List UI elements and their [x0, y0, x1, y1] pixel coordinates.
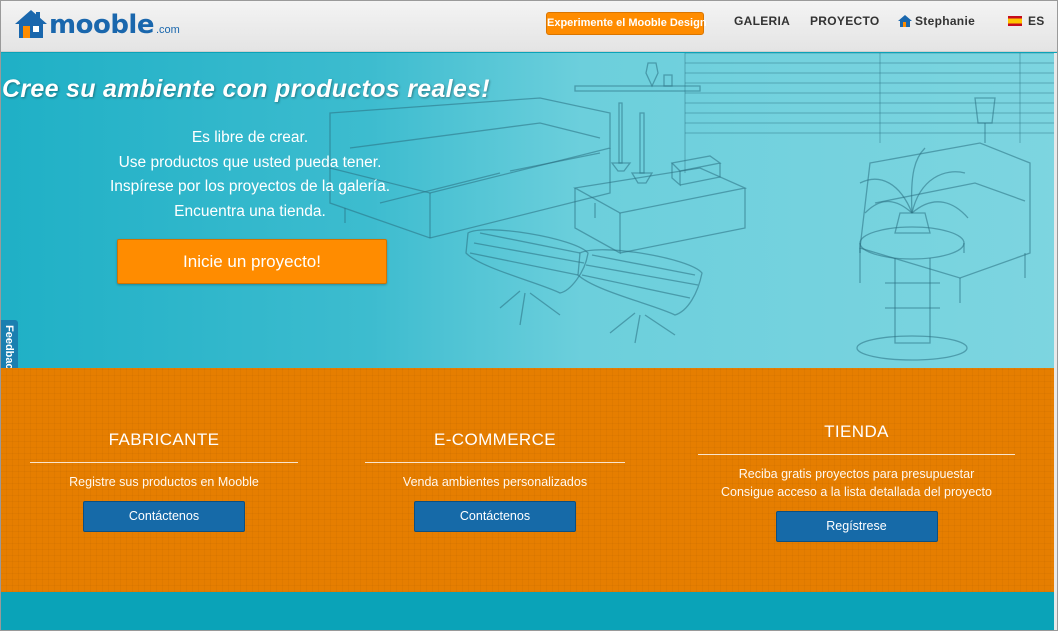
language-label: ES — [1028, 14, 1045, 28]
divider — [698, 454, 1015, 455]
column-title: E-COMMERCE — [433, 430, 557, 449]
footer-strip — [0, 592, 1058, 631]
column-description: Venda ambientes personalizados — [402, 475, 588, 489]
manufacturer-column: FABRICANTE Registre sus productos en Moo… — [30, 430, 298, 532]
nav-galeria[interactable]: GALERIA — [734, 14, 790, 28]
page-scrollbar[interactable] — [1054, 53, 1058, 631]
logo-text: mooble — [49, 10, 154, 40]
start-project-button[interactable]: Inicie un proyecto! — [117, 239, 387, 284]
hero-line: Es libre de crear. — [191, 129, 309, 146]
user-menu[interactable]: Stephanie — [898, 14, 975, 28]
house-icon — [898, 15, 912, 27]
ecommerce-contact-button[interactable]: Contáctenos — [414, 501, 576, 532]
manufacturer-contact-button[interactable]: Contáctenos — [83, 501, 245, 532]
ecommerce-column: E-COMMERCE Venda ambientes personalizado… — [365, 430, 625, 532]
hero-line: Encuentra una tienda. — [174, 202, 326, 220]
divider — [30, 462, 298, 463]
column-title: FABRICANTE — [108, 430, 220, 449]
user-name: Stephanie — [915, 14, 976, 28]
top-header: mooble .com Experimente el Mooble Design… — [0, 0, 1058, 52]
hero-description: Es libre de crear. Use productos que ust… — [60, 126, 440, 224]
column-description: Consigue acceso a la lista detallada del… — [720, 485, 992, 499]
store-register-button[interactable]: Regístrese — [775, 511, 938, 542]
store-column: TIENDA Reciba gratis proyectos para pres… — [698, 422, 1015, 542]
hero-banner: Cree su ambiente con productos reales! E… — [0, 53, 1058, 368]
language-selector[interactable]: ES — [1008, 14, 1045, 28]
try-mooble-design-button[interactable]: Experimente el Mooble Design — [546, 12, 707, 35]
divider — [365, 462, 625, 463]
hero-line: Use productos que usted pueda tener. — [118, 153, 382, 171]
house-icon — [15, 10, 47, 38]
column-description: Registre sus productos en Mooble — [69, 475, 259, 489]
logo-tld: .com — [155, 24, 180, 36]
column-description: Reciba gratis proyectos para presupuesta… — [738, 467, 975, 481]
hero-line: Inspírese por los proyectos de la galerí… — [109, 178, 390, 195]
hero-title: Cree su ambiente con productos reales! — [2, 75, 490, 103]
column-title: TIENDA — [824, 422, 889, 441]
mooble-logo[interactable]: mooble .com — [14, 9, 180, 39]
spain-flag-icon — [1008, 16, 1022, 26]
partners-section: FABRICANTE Registre sus productos en Moo… — [0, 368, 1058, 592]
nav-proyecto[interactable]: PROYECTO — [810, 14, 880, 28]
